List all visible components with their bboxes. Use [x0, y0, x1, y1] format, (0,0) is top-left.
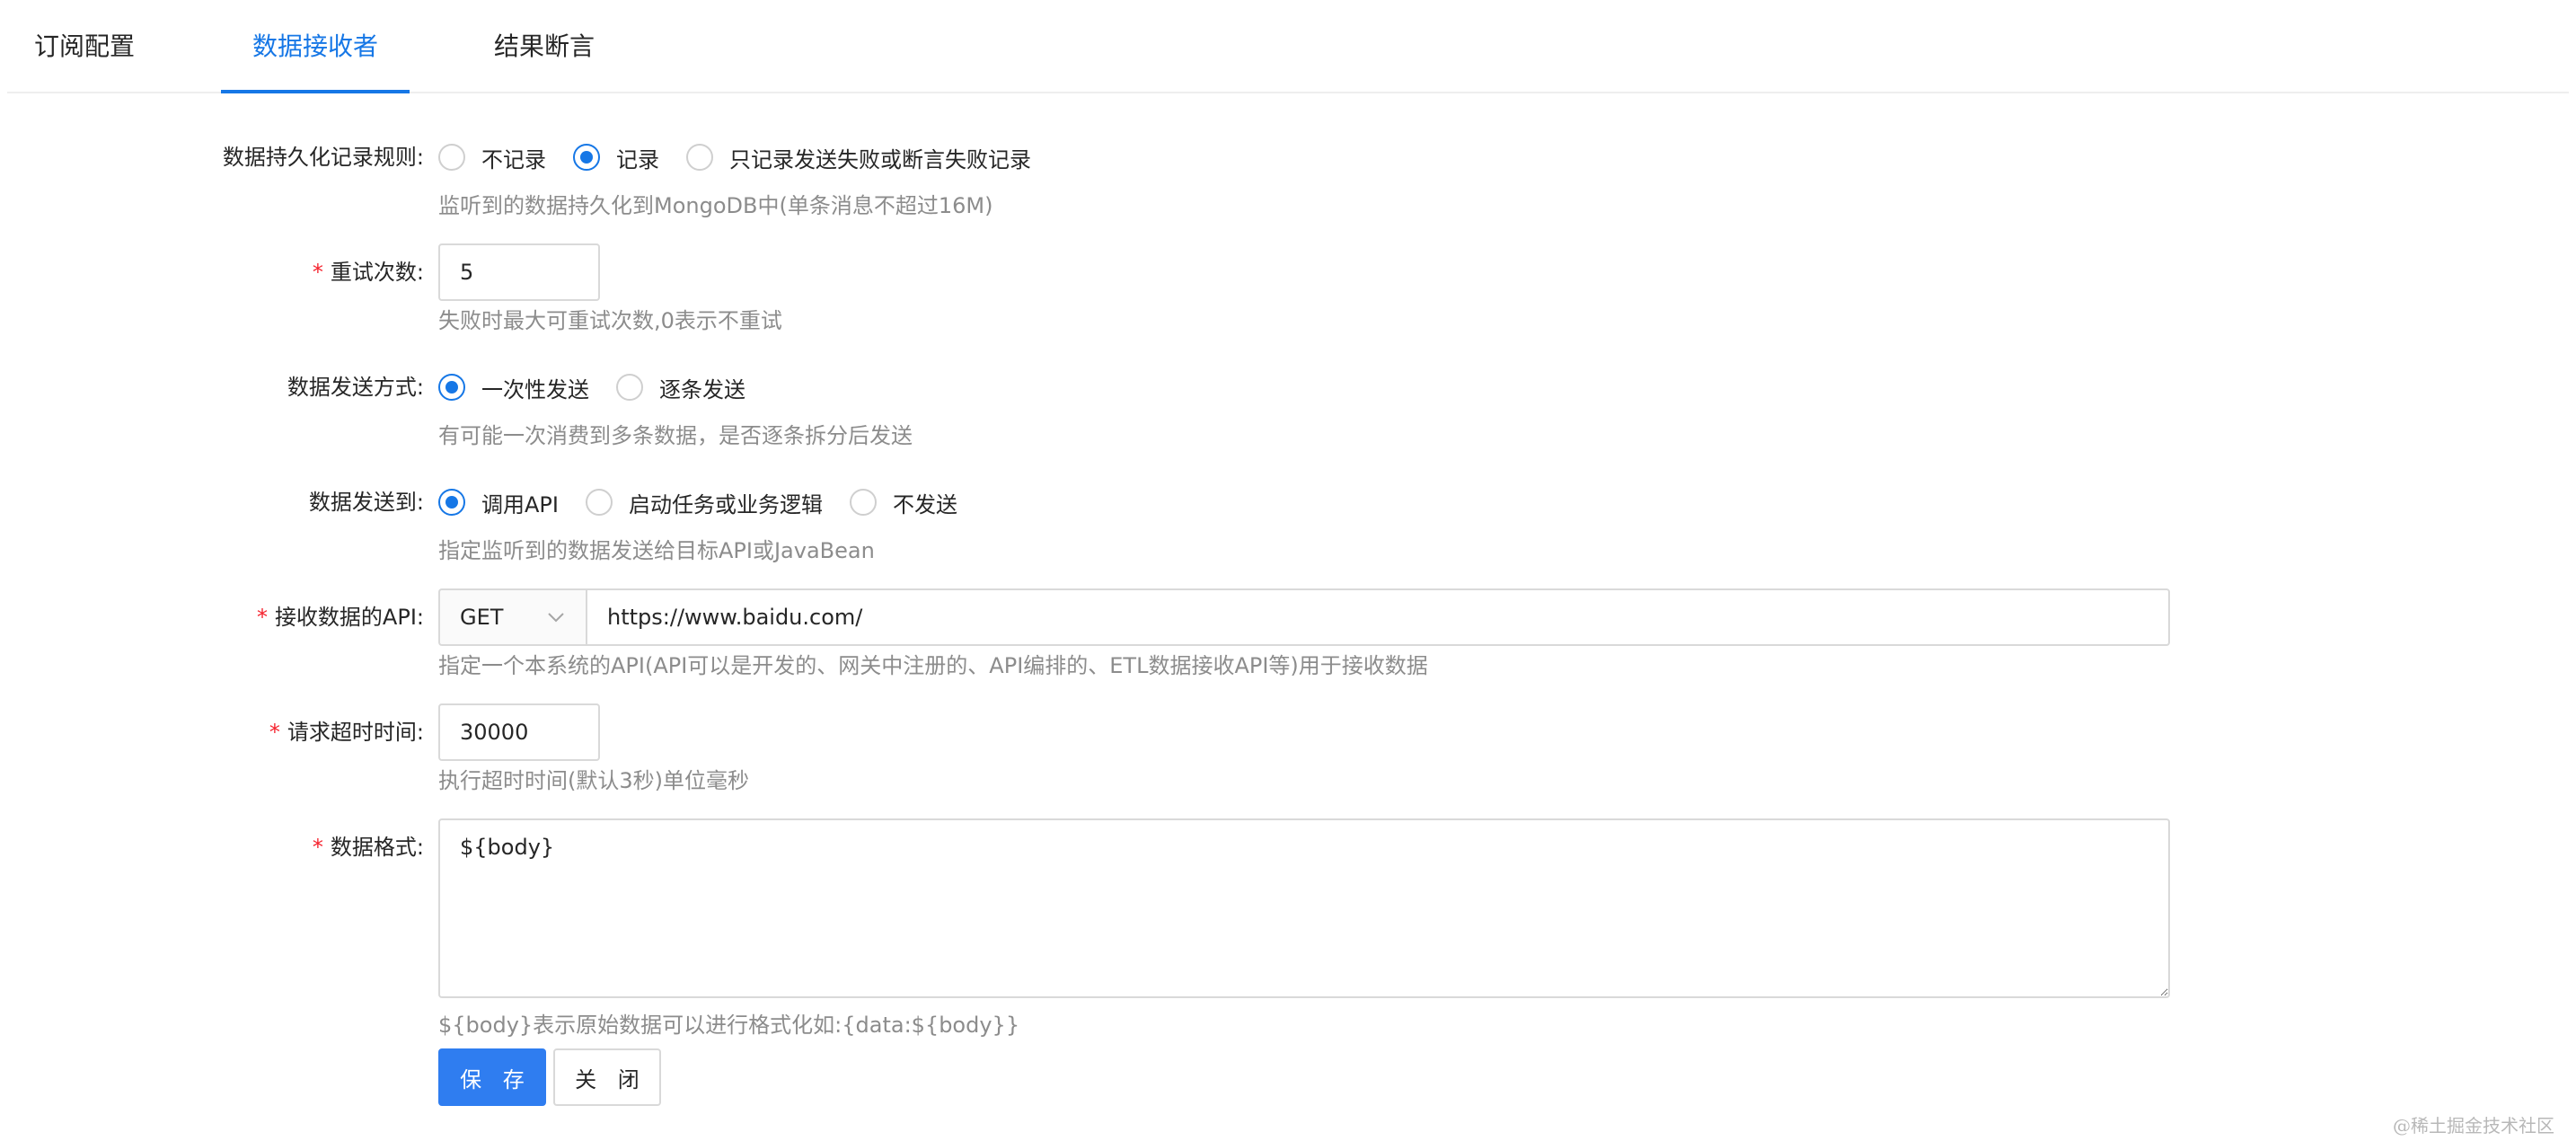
persist-option-failures-only[interactable]: 只记录发送失败或断言失败记录: [686, 142, 1031, 173]
format-help: ${body}表示原始数据可以进行格式化如:{data:${body}}: [438, 1013, 1020, 1038]
persist-option-record[interactable]: 记录: [573, 142, 659, 173]
tab-data-receiver[interactable]: 数据接收者: [221, 0, 410, 93]
persist-option-none[interactable]: 不记录: [438, 142, 546, 173]
required-mark: *: [312, 260, 323, 285]
timeout-help: 执行超时时间(默认3秒)单位毫秒: [438, 768, 749, 793]
send-mode-label: 数据发送方式:: [287, 375, 424, 400]
http-method-value: GET: [460, 605, 504, 630]
format-label: * 数据格式:: [312, 835, 424, 860]
send-to-option-api[interactable]: 调用API: [438, 487, 559, 518]
watermark: @稀土掘金技术社区: [2393, 1115, 2554, 1137]
timeout-input[interactable]: [438, 703, 600, 761]
api-help: 指定一个本系统的API(API可以是开发的、网关中注册的、API编排的、ETL数…: [438, 653, 1428, 678]
send-to-radio-group: 调用API 启动任务或业务逻辑 不发送: [438, 473, 984, 531]
data-format-textarea[interactable]: ${body}: [438, 818, 2170, 998]
retry-control: [438, 243, 600, 301]
send-to-label: 数据发送到:: [308, 490, 424, 515]
radio-circle: [438, 489, 465, 516]
close-button[interactable]: 关 闭: [553, 1048, 661, 1106]
radio-circle: [849, 489, 877, 516]
retry-help: 失败时最大可重试次数,0表示不重试: [438, 308, 782, 333]
timeout-label: * 请求超时时间:: [269, 720, 424, 745]
radio-circle: [438, 144, 465, 171]
tab-bar: 订阅配置 数据接收者 结果断言: [7, 0, 2569, 93]
api-input-group: GET: [438, 588, 2170, 646]
format-control: ${body}: [438, 818, 2170, 998]
send-mode-help: 有可能一次消费到多条数据，是否逐条拆分后发送: [438, 423, 913, 448]
retry-count-input[interactable]: [438, 243, 600, 301]
save-button[interactable]: 保 存: [438, 1048, 546, 1106]
send-mode-option-single[interactable]: 逐条发送: [616, 372, 745, 403]
required-mark: *: [256, 605, 268, 630]
required-mark: *: [269, 720, 280, 745]
radio-circle: [686, 144, 713, 171]
send-to-option-none[interactable]: 不发送: [849, 487, 957, 518]
required-mark: *: [312, 835, 323, 860]
tab-result-assertion[interactable]: 结果断言: [490, 0, 598, 92]
api-label: * 接收数据的API:: [256, 605, 424, 630]
radio-circle: [616, 374, 643, 401]
chevron-down-icon: [548, 613, 564, 623]
api-url-input[interactable]: [586, 588, 2170, 646]
send-to-option-task[interactable]: 启动任务或业务逻辑: [585, 487, 823, 518]
send-mode-option-batch[interactable]: 一次性发送: [438, 372, 589, 403]
http-method-select[interactable]: GET: [438, 588, 586, 646]
timeout-control: [438, 703, 600, 761]
persist-radio-group: 不记录 记录 只记录发送失败或断言失败记录: [438, 128, 1058, 186]
send-mode-radio-group: 一次性发送 逐条发送: [438, 358, 772, 416]
page: 订阅配置 数据接收者 结果断言 数据持久化记录规则: 不记录 记录 只记录发送失…: [0, 0, 2576, 1141]
persist-help: 监听到的数据持久化到MongoDB中(单条消息不超过16M): [438, 193, 993, 218]
radio-circle: [573, 144, 600, 171]
retry-label: * 重试次数:: [312, 260, 424, 285]
tab-subscription-config[interactable]: 订阅配置: [34, 0, 135, 92]
persist-label: 数据持久化记录规则:: [222, 145, 424, 170]
radio-circle: [438, 374, 465, 401]
radio-circle: [585, 489, 613, 516]
send-to-help: 指定监听到的数据发送给目标API或JavaBean: [438, 538, 875, 563]
